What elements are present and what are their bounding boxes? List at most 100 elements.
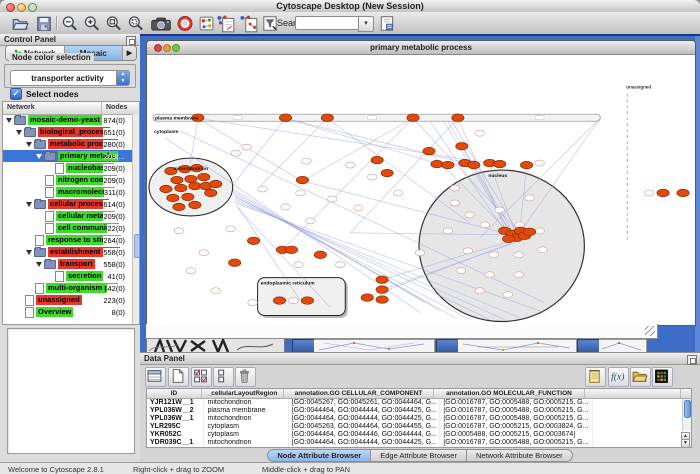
network-node-selected[interactable] bbox=[285, 246, 297, 254]
background-window-glyphs[interactable] bbox=[146, 339, 285, 353]
zoom-window-button[interactable] bbox=[28, 3, 37, 12]
table-row[interactable]: YLR295Ccytoplasm[GO:0045263, GO:0044464,… bbox=[147, 423, 691, 431]
network-node[interactable] bbox=[294, 262, 304, 268]
network-node[interactable] bbox=[289, 298, 299, 304]
network-node[interactable] bbox=[465, 212, 475, 218]
zoom-in-button[interactable] bbox=[83, 15, 101, 32]
network-node-selected[interactable] bbox=[361, 294, 373, 302]
attribute-matrix-button[interactable] bbox=[652, 367, 673, 387]
delete-attribute-button[interactable] bbox=[235, 367, 256, 387]
network-node[interactable] bbox=[480, 222, 490, 228]
function-builder-button[interactable]: f(x) bbox=[608, 367, 629, 387]
zoom-selected-button[interactable] bbox=[127, 15, 145, 32]
help-button[interactable] bbox=[176, 15, 194, 32]
network-node[interactable] bbox=[336, 262, 346, 268]
network-node[interactable] bbox=[475, 130, 485, 136]
network-node[interactable] bbox=[450, 200, 460, 206]
table-row[interactable]: YJR121W__1mitochondrion[GO:0045267, GO:0… bbox=[147, 399, 691, 407]
network-node[interactable] bbox=[443, 228, 453, 234]
network-tree-item[interactable]: cellular metabo209(0) bbox=[3, 210, 132, 222]
network-tree-item[interactable]: response to stimulu264(0) bbox=[3, 234, 132, 246]
table-column-header[interactable]: annotation.GO CELLULAR_COMPONENT bbox=[284, 389, 434, 398]
network-node-selected[interactable] bbox=[210, 180, 222, 188]
tree-expander-icon[interactable] bbox=[26, 250, 32, 255]
network-node-selected[interactable] bbox=[523, 228, 535, 236]
network-node-selected[interactable] bbox=[198, 173, 210, 181]
resize-grip-icon[interactable] bbox=[645, 326, 655, 336]
network-node-selected[interactable] bbox=[657, 189, 669, 197]
table-row[interactable]: YPL036W__1mitochondrion[GO:0044464, GO:0… bbox=[147, 415, 691, 423]
search-input[interactable] bbox=[295, 16, 361, 30]
network-node-selected[interactable] bbox=[171, 176, 183, 184]
save-button[interactable] bbox=[35, 15, 53, 32]
network-node-selected[interactable] bbox=[677, 189, 689, 197]
net-close-button[interactable] bbox=[154, 44, 162, 52]
network-node[interactable] bbox=[302, 158, 312, 164]
network-node-selected[interactable] bbox=[376, 286, 388, 294]
notepad-button[interactable] bbox=[585, 367, 606, 387]
network-node[interactable] bbox=[463, 248, 473, 254]
attribute-browser-tab[interactable]: Node Attribute Browser bbox=[267, 449, 371, 462]
network-tree-item[interactable]: multi-organism pro42(0) bbox=[3, 282, 132, 294]
network-node[interactable] bbox=[296, 190, 306, 196]
network-tree-item[interactable]: primary metabo209(... bbox=[3, 150, 132, 162]
network-node-selected[interactable] bbox=[229, 259, 241, 267]
select-attributes-button[interactable] bbox=[191, 367, 212, 387]
network-node[interactable] bbox=[514, 272, 524, 278]
network-tree-item[interactable]: macromolecule311(0) bbox=[3, 186, 132, 198]
table-column-header[interactable]: _cellularLayoutRegion bbox=[202, 389, 284, 398]
network-node[interactable] bbox=[242, 144, 252, 150]
network-node-selected[interactable] bbox=[407, 114, 419, 122]
plugin-network-b-button[interactable] bbox=[239, 15, 259, 32]
network-node-selected[interactable] bbox=[189, 182, 201, 190]
table-row[interactable]: YKR052Ccytoplasm[GO:0044464, GO:0044446,… bbox=[147, 431, 691, 439]
tree-expander-icon[interactable] bbox=[36, 154, 42, 159]
table-row[interactable]: YDR039C__1mitochondrion[GO:0044464, GO:0… bbox=[147, 439, 691, 447]
attribute-browser-tab[interactable]: Network Attribute Browser bbox=[467, 449, 573, 462]
network-node-selected[interactable] bbox=[494, 160, 506, 168]
network-tree-item[interactable]: nitrogen compo209(0) bbox=[3, 174, 132, 186]
network-node[interactable] bbox=[211, 288, 221, 294]
network-node[interactable] bbox=[495, 207, 505, 213]
network-node[interactable] bbox=[456, 268, 466, 274]
network-node[interactable] bbox=[186, 268, 196, 274]
network-node[interactable] bbox=[231, 150, 241, 156]
table-scrollbar-thumb[interactable] bbox=[684, 400, 691, 418]
tree-expander-icon[interactable] bbox=[36, 262, 42, 267]
network-window-titlebar[interactable]: primary metabolic process bbox=[147, 41, 695, 55]
network-node[interactable] bbox=[514, 252, 524, 258]
zoom-out-button[interactable] bbox=[61, 15, 79, 32]
network-node[interactable] bbox=[503, 292, 513, 298]
net-minimize-button[interactable] bbox=[163, 44, 171, 52]
select-nodes-checkbox[interactable]: ✓ bbox=[10, 88, 22, 100]
network-node[interactable] bbox=[226, 226, 236, 232]
network-node[interactable] bbox=[306, 218, 316, 224]
network-node[interactable] bbox=[281, 204, 291, 210]
network-node-selected[interactable] bbox=[182, 193, 194, 201]
network-node[interactable] bbox=[174, 228, 184, 234]
network-node[interactable] bbox=[353, 205, 363, 211]
network-node-selected[interactable] bbox=[185, 175, 197, 183]
network-node-selected[interactable] bbox=[442, 161, 454, 169]
network-tree-item[interactable]: unassigned223(0) bbox=[3, 294, 132, 306]
close-button[interactable] bbox=[6, 3, 15, 12]
network-node[interactable] bbox=[415, 250, 425, 256]
table-row[interactable]: YPL036W__2plasma membrane[GO:0044464, GO… bbox=[147, 407, 691, 415]
network-node[interactable] bbox=[644, 190, 654, 196]
tree-expander-icon[interactable] bbox=[26, 142, 32, 147]
network-node-selected[interactable] bbox=[167, 194, 179, 202]
network-tree-item[interactable]: metabolic process280(0) bbox=[3, 138, 132, 150]
attribute-table-button[interactable] bbox=[145, 367, 166, 387]
network-node[interactable] bbox=[199, 250, 209, 256]
network-canvas[interactable]: plasma membrane cytoplasm mitochondrion … bbox=[147, 54, 693, 324]
table-column-header[interactable]: ID bbox=[147, 389, 202, 398]
network-node-selected[interactable] bbox=[371, 156, 383, 164]
float-panel-icon[interactable] bbox=[687, 355, 697, 365]
network-tree-item[interactable]: nucleobase-209(0) bbox=[3, 162, 132, 174]
network-node-selected[interactable] bbox=[273, 297, 285, 305]
network-tree-item[interactable]: establishment of lo558(0) bbox=[3, 246, 132, 258]
background-window-fragment[interactable] bbox=[146, 324, 658, 339]
network-node[interactable] bbox=[535, 160, 545, 166]
network-node-selected[interactable] bbox=[160, 185, 172, 193]
network-node-selected[interactable] bbox=[456, 142, 468, 150]
